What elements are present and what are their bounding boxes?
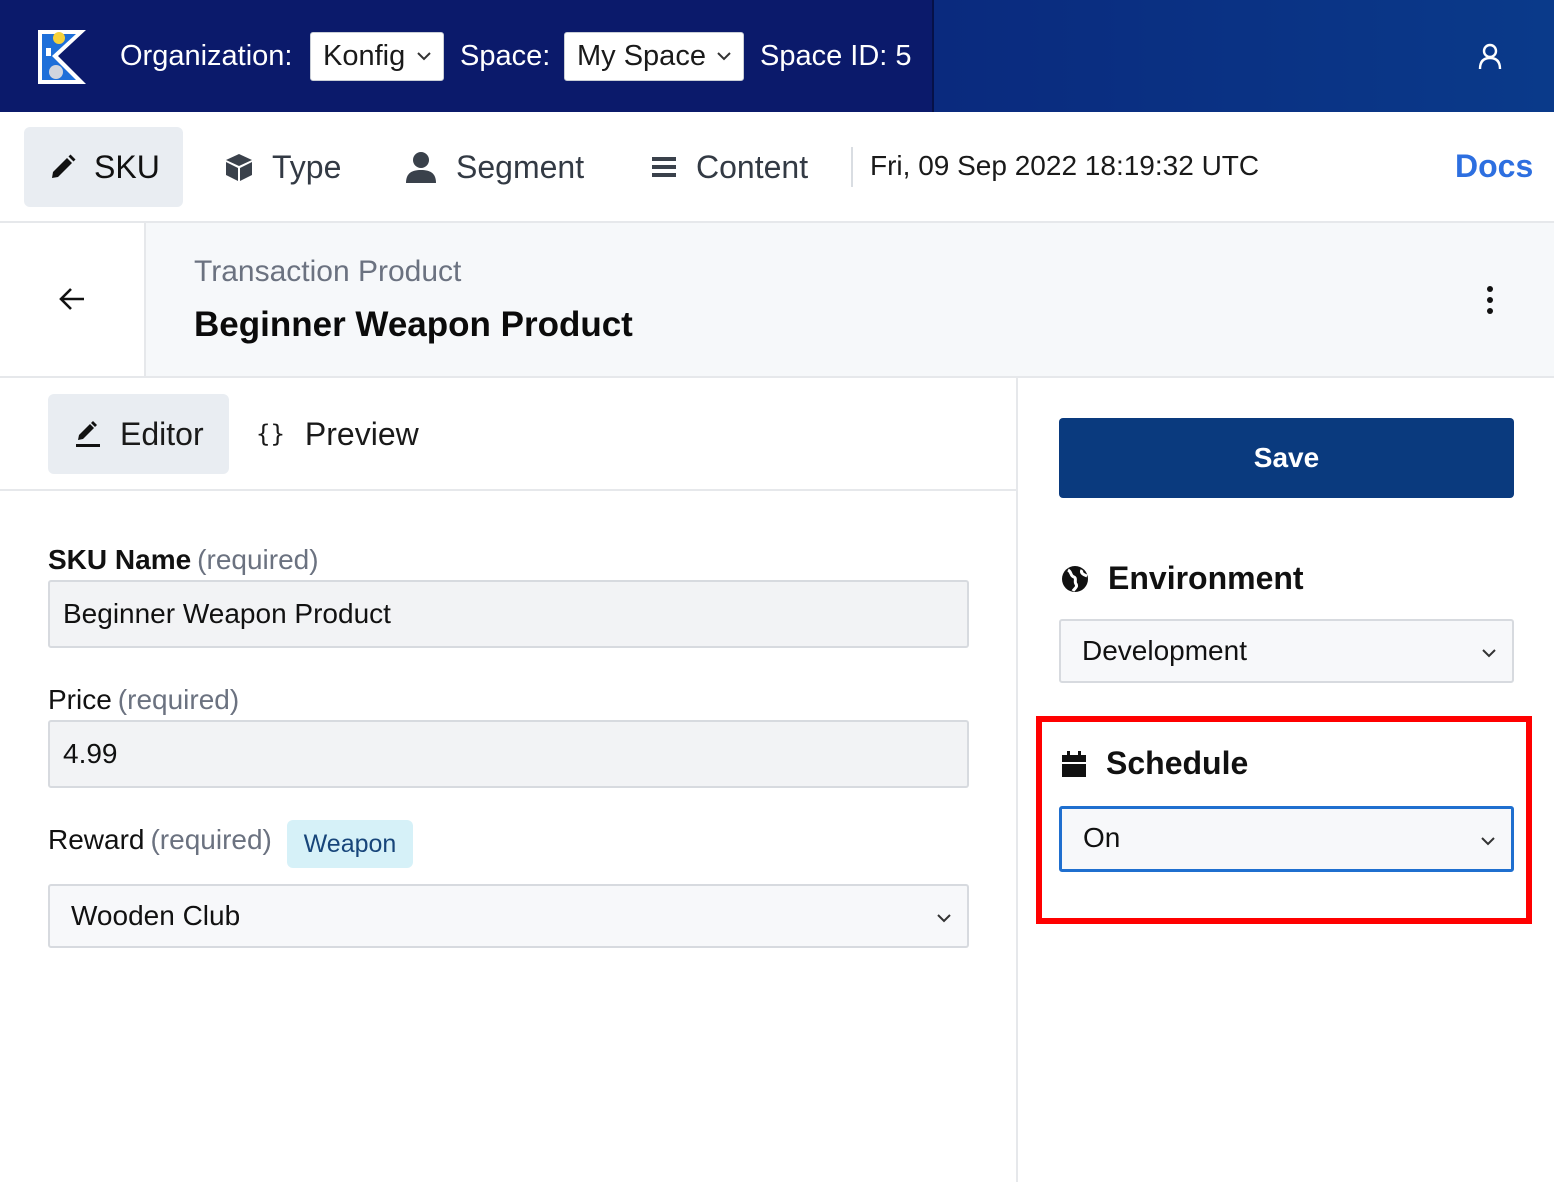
editor-pane: Editor {} Preview SKU Name (required) Beg… [0, 378, 1018, 1182]
current-datetime: Fri, 09 Sep 2022 18:19:32 UTC [870, 150, 1260, 181]
main-nav: SKU Type Segment Content Fri, 09 Sep 202… [0, 112, 1554, 223]
price-label-text: Price [48, 684, 112, 715]
nav-item-sku[interactable]: SKU [24, 127, 183, 207]
nav-item-type[interactable]: Type [224, 127, 364, 207]
sku-name-label: SKU Name (required) [48, 544, 319, 576]
nav-item-label: Type [272, 148, 342, 185]
reward-type-badge: Weapon [287, 820, 413, 868]
tab-preview[interactable]: {} Preview [256, 394, 436, 474]
space-select[interactable]: My Space [564, 32, 744, 81]
reward-value: Wooden Club [71, 900, 241, 931]
pencil-icon [52, 154, 76, 178]
save-button[interactable]: Save [1059, 418, 1514, 498]
chevron-down-icon [937, 914, 951, 923]
sku-name-input[interactable]: Beginner Weapon Product [48, 580, 969, 648]
chevron-down-icon [417, 52, 431, 61]
nav-item-label: Segment [456, 148, 585, 185]
arrow-left-icon [59, 288, 84, 310]
user-icon[interactable] [1476, 42, 1504, 70]
tab-editor[interactable]: Editor [48, 394, 229, 474]
list-icon [652, 157, 676, 177]
edit-icon [76, 421, 100, 447]
header-title-area: Transaction Product Beginner Weapon Prod… [146, 223, 1554, 376]
nav-item-label: Content [696, 148, 809, 185]
organization-select[interactable]: Konfig [310, 32, 444, 81]
schedule-highlight-box [1036, 716, 1532, 924]
nav-divider [851, 147, 853, 187]
docs-link[interactable]: Docs [1455, 148, 1533, 185]
konfig-logo-icon[interactable] [36, 26, 88, 86]
tab-label: Editor [120, 415, 204, 452]
required-hint: (required) [150, 824, 272, 855]
sku-name-label-text: SKU Name [48, 544, 192, 575]
organization-label: Organization: [120, 40, 293, 72]
nav-item-content[interactable]: Content [650, 127, 830, 207]
space-label: Space: [460, 40, 551, 72]
space-id-text: Space ID: 5 [760, 40, 912, 72]
more-options-icon[interactable] [1484, 285, 1496, 315]
chevron-down-icon [717, 52, 731, 61]
required-hint: (required) [117, 684, 240, 715]
nav-item-segment[interactable]: Segment [404, 127, 604, 207]
braces-icon: {} [256, 420, 285, 448]
price-label: Price (required) [48, 684, 239, 716]
reward-label-text: Reward [48, 824, 145, 855]
price-input[interactable]: 4.99 [48, 720, 969, 788]
nav-item-label: SKU [94, 148, 160, 185]
environment-value: Development [1082, 635, 1247, 666]
user-icon [406, 152, 436, 183]
topbar-divider [932, 0, 934, 112]
editor-tabs: Editor {} Preview [0, 378, 1016, 491]
tab-label: Preview [304, 415, 419, 452]
top-bar: Organization: Konfig Space: My Space Spa… [0, 0, 1554, 112]
reward-select[interactable]: Wooden Club [48, 884, 969, 948]
page-header: Transaction Product Beginner Weapon Prod… [0, 223, 1554, 378]
space-value: My Space [577, 40, 706, 72]
environment-heading: Environment [1060, 560, 1304, 597]
environment-select[interactable]: Development [1059, 619, 1514, 683]
environment-label: Environment [1108, 560, 1304, 596]
globe-icon [1062, 565, 1088, 592]
organization-value: Konfig [323, 40, 406, 72]
chevron-down-icon [1482, 649, 1496, 658]
back-button[interactable] [0, 223, 146, 376]
required-hint: (required) [197, 544, 319, 575]
page-title: Beginner Weapon Product [194, 305, 633, 344]
reward-label: Reward (required) [48, 824, 272, 856]
page-subtitle: Transaction Product [194, 255, 462, 288]
cube-icon [226, 154, 252, 181]
